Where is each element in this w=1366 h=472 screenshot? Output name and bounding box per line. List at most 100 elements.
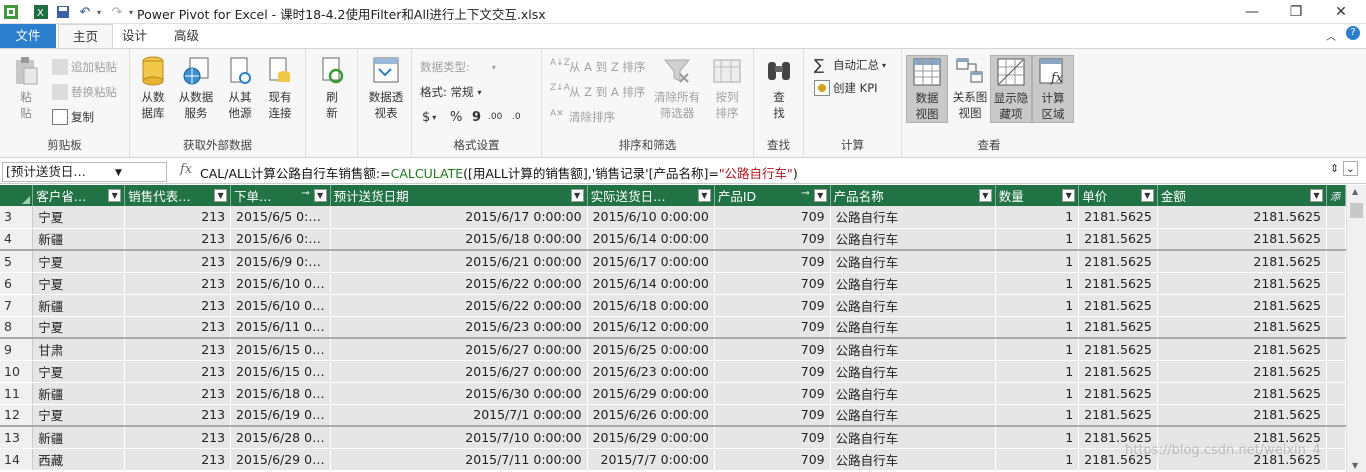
- row-number[interactable]: 5: [0, 249, 34, 273]
- filter-dropdown-icon[interactable]: ▼: [214, 189, 228, 202]
- filter-dropdown-icon[interactable]: ▼: [978, 189, 992, 202]
- row-number[interactable]: 12: [0, 404, 34, 427]
- table-cell[interactable]: 1: [995, 272, 1080, 295]
- table-cell[interactable]: 2015/6/27 0:00:00: [330, 337, 588, 361]
- table-cell[interactable]: 2015/7/1 0:00:00: [330, 404, 588, 427]
- scroll-down-icon[interactable]: ▼: [1352, 461, 1358, 470]
- table-cell[interactable]: 2015/6/27 0:00:00: [330, 360, 588, 383]
- fx-icon[interactable]: fx: [180, 162, 192, 177]
- table-cell[interactable]: 2181.5625: [1078, 294, 1158, 317]
- table-cell[interactable]: 2015/7/7 0:00:00: [587, 448, 715, 471]
- clear-sort-button[interactable]: A✕ 清除排序: [550, 107, 615, 127]
- table-cell[interactable]: 2181.5625: [1157, 272, 1328, 295]
- table-cell[interactable]: 1: [995, 425, 1080, 449]
- table-cell[interactable]: 1: [995, 294, 1080, 317]
- column-header[interactable]: 数量 ▼: [995, 185, 1080, 206]
- table-cell[interactable]: 2181.5625: [1078, 249, 1158, 273]
- table-cell[interactable]: 709: [714, 404, 831, 427]
- calculation-area-button[interactable]: fx 计算 区域: [1032, 55, 1074, 123]
- filter-dropdown-icon[interactable]: ▼: [813, 189, 827, 202]
- column-header[interactable]: 单价 ▼: [1078, 185, 1158, 206]
- sort-a-z-button[interactable]: A↓Z 从 A 到 Z 排序: [550, 57, 645, 77]
- empty-add-column-cell[interactable]: [1326, 360, 1346, 383]
- table-cell[interactable]: 公路自行车: [830, 360, 996, 383]
- tab-home[interactable]: 主页: [58, 24, 114, 48]
- table-cell[interactable]: 2015/6/10 0…: [230, 294, 331, 317]
- table-cell[interactable]: 2181.5625: [1078, 404, 1158, 427]
- tab-design[interactable]: 设计: [108, 24, 161, 48]
- table-cell[interactable]: 2015/7/10 0:00:00: [330, 425, 588, 449]
- filter-dropdown-icon[interactable]: ▼: [1310, 189, 1323, 202]
- sort-z-a-button[interactable]: Z↓A 从 Z 到 A 排序: [550, 82, 645, 102]
- table-cell[interactable]: 2015/6/28 0…: [230, 425, 331, 449]
- empty-add-column-cell[interactable]: [1326, 404, 1346, 427]
- filter-dropdown-icon[interactable]: ▼: [570, 189, 584, 202]
- table-cell[interactable]: 新疆: [32, 382, 126, 405]
- table-cell[interactable]: 2015/6/30 0:00:00: [330, 382, 588, 405]
- table-cell[interactable]: 西藏: [32, 448, 126, 471]
- table-cell[interactable]: 2015/6/15 0…: [230, 360, 331, 383]
- increase-decimal-button[interactable]: .00: [488, 107, 502, 127]
- table-cell[interactable]: 213: [124, 206, 232, 229]
- table-cell[interactable]: 2015/6/23 0:00:00: [587, 360, 715, 383]
- table-cell[interactable]: 213: [124, 249, 232, 273]
- table-cell[interactable]: 213: [124, 337, 232, 361]
- name-box-dropdown-icon[interactable]: ▼: [115, 164, 122, 181]
- table-cell[interactable]: 709: [714, 316, 831, 339]
- empty-add-column-cell[interactable]: [1326, 206, 1346, 229]
- table-cell[interactable]: 2015/7/11 0:00:00: [330, 448, 588, 471]
- row-number[interactable]: 9: [0, 337, 34, 361]
- table-cell[interactable]: 宁夏: [32, 360, 126, 383]
- empty-add-column-cell[interactable]: [1326, 294, 1346, 317]
- table-cell[interactable]: 新疆: [32, 425, 126, 449]
- row-number[interactable]: 8: [0, 316, 34, 339]
- table-cell[interactable]: 公路自行车: [830, 404, 996, 427]
- table-cell[interactable]: 2181.5625: [1078, 316, 1158, 339]
- from-data-service-button[interactable]: 从数据 服务: [174, 55, 218, 121]
- name-box[interactable]: [预计送货日… ▼: [2, 162, 167, 182]
- table-cell[interactable]: 2181.5625: [1157, 404, 1328, 427]
- table-cell[interactable]: 公路自行车: [830, 316, 996, 339]
- add-column-header[interactable]: 添: [1326, 185, 1346, 206]
- percent-button[interactable]: %: [450, 107, 462, 127]
- filter-dropdown-icon[interactable]: ▼: [697, 189, 711, 202]
- table-cell[interactable]: 709: [714, 294, 831, 317]
- filter-dropdown-icon[interactable]: ▼: [108, 189, 122, 202]
- table-cell[interactable]: 宁夏: [32, 272, 126, 295]
- refresh-button[interactable]: 刷 新: [314, 55, 350, 121]
- vertical-scrollbar[interactable]: ▲ ▼: [1346, 185, 1366, 472]
- column-header[interactable]: 金额 ▼: [1157, 185, 1328, 206]
- column-header[interactable]: 销售代表… ▼: [124, 185, 232, 206]
- undo-icon[interactable]: ↶: [76, 3, 94, 21]
- table-cell[interactable]: 2181.5625: [1157, 360, 1328, 383]
- table-cell[interactable]: 2015/6/10 0:00:00: [587, 206, 715, 229]
- table-cell[interactable]: 213: [124, 448, 232, 471]
- data-view-button[interactable]: 数据 视图: [906, 55, 948, 123]
- table-cell[interactable]: 2181.5625: [1078, 382, 1158, 405]
- table-cell[interactable]: 213: [124, 404, 232, 427]
- table-cell[interactable]: 2015/6/29 0:00:00: [587, 382, 715, 405]
- table-cell[interactable]: 709: [714, 448, 831, 471]
- table-cell[interactable]: 公路自行车: [830, 425, 996, 449]
- row-number[interactable]: 7: [0, 294, 34, 317]
- table-cell[interactable]: 宁夏: [32, 206, 126, 229]
- table-cell[interactable]: 2015/6/14 0:00:00: [587, 272, 715, 295]
- filter-dropdown-icon[interactable]: ▼: [313, 189, 327, 202]
- table-cell[interactable]: 2181.5625: [1078, 206, 1158, 229]
- formula-input[interactable]: CAL/ALL计算公路自行车销售额:=CALCULATE([用ALL计算的销售额…: [200, 163, 798, 182]
- table-cell[interactable]: 2181.5625: [1157, 206, 1328, 229]
- filter-dropdown-icon[interactable]: ▼: [1140, 189, 1154, 202]
- table-cell[interactable]: 2181.5625: [1078, 228, 1158, 251]
- formula-scroll-icon[interactable]: ⇕: [1330, 162, 1339, 175]
- table-cell[interactable]: 709: [714, 228, 831, 251]
- comma-button[interactable]: 9: [472, 107, 481, 127]
- row-number[interactable]: 11: [0, 382, 34, 405]
- table-cell[interactable]: 2015/6/18 0…: [230, 382, 331, 405]
- table-cell[interactable]: 2015/6/18 0:00:00: [330, 228, 588, 251]
- table-cell[interactable]: 2015/6/17 0:00:00: [330, 206, 588, 229]
- table-cell[interactable]: 2015/6/25 0:00:00: [587, 337, 715, 361]
- table-cell[interactable]: 709: [714, 425, 831, 449]
- table-cell[interactable]: 宁夏: [32, 249, 126, 273]
- replace-paste-button[interactable]: 替换粘贴: [52, 82, 117, 102]
- column-header[interactable]: 产品名称 ▼: [830, 185, 996, 206]
